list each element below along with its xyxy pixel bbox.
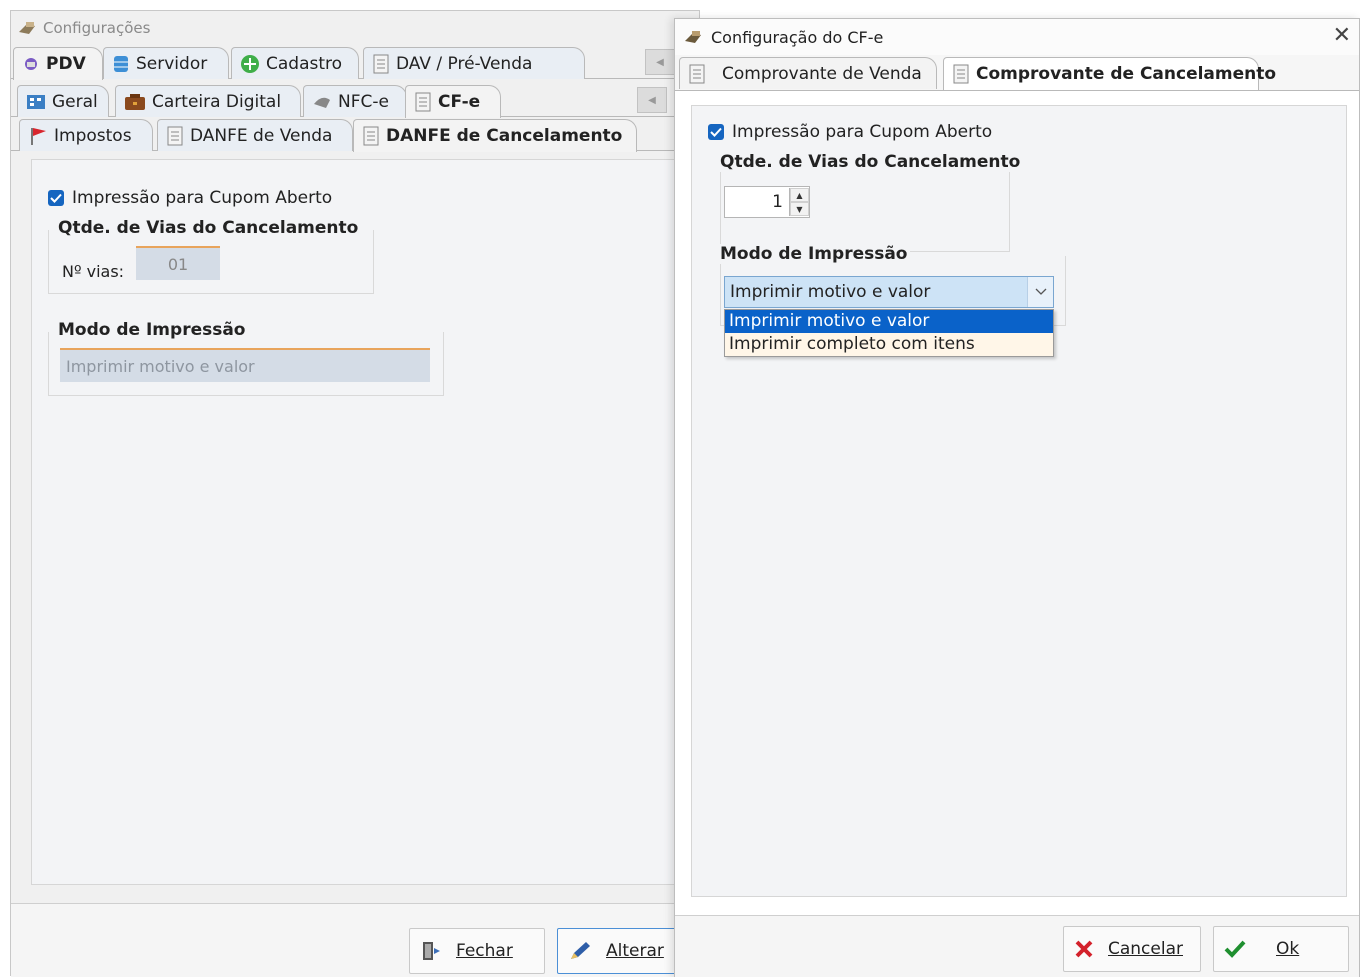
tab-danfe-venda[interactable]: DANFE de Venda [157, 119, 353, 151]
configuracoes-window: Configurações PDV Servidor Cadastro DAV … [10, 10, 701, 977]
tab-cadastro-label: Cadastro [266, 53, 343, 74]
document-icon [372, 54, 390, 74]
document-icon [362, 126, 380, 146]
document-icon [688, 64, 706, 84]
configuracao-cfe-dialog: Configuração do CF-e ✕ Comprovante de Ve… [674, 18, 1360, 977]
spin-up-button[interactable]: ▲ [790, 188, 809, 202]
tab-comprovante-cancelamento[interactable]: Comprovante de Cancelamento [943, 57, 1276, 90]
tab-pdv-label: PDV [46, 54, 86, 74]
dropdown-option[interactable]: Imprimir completo com itens [725, 333, 1053, 356]
tab-dav-label: DAV / Pré-Venda [396, 53, 533, 74]
tab-geral-label: Geral [52, 91, 98, 112]
right-content-panel: Impressão para Cupom Aberto Qtde. de Via… [691, 105, 1347, 897]
tab-impostos[interactable]: Impostos [19, 119, 153, 151]
close-icon[interactable]: ✕ [1333, 23, 1351, 48]
tab-comprovante-venda[interactable]: Comprovante de Venda [679, 57, 937, 89]
document-icon [414, 92, 432, 112]
tab-dav[interactable]: DAV / Pré-Venda [363, 47, 585, 79]
tab-servidor[interactable]: Servidor [103, 47, 229, 79]
vias-input[interactable]: 01 [136, 246, 220, 280]
ok-label: Ok [1276, 939, 1300, 959]
tab-cfe[interactable]: CF-e [405, 85, 501, 118]
tab-danfe-cancelamento-label: DANFE de Cancelamento [386, 126, 623, 146]
left-content-panel: Impressão para Cupom Aberto Qtde. de Via… [31, 159, 687, 885]
tab-nfce[interactable]: NFC-e [303, 85, 407, 117]
vias-label: Nº vias: [62, 262, 125, 281]
tab-impostos-label: Impostos [54, 125, 132, 146]
tabrow-main: PDV Servidor Cadastro DAV / Pré-Venda ◀ [11, 45, 699, 80]
checkmark-icon [708, 124, 724, 140]
pencil-icon [568, 940, 592, 962]
right-footer: Cancelar Ok [675, 915, 1359, 977]
cancelar-label: Cancelar [1108, 939, 1183, 959]
left-window-title: Configurações [43, 19, 151, 37]
modo-combobox[interactable]: Imprimir motivo e valor [724, 276, 1054, 308]
tabrow-cfe: Impostos DANFE de Venda DANFE de Cancela… [11, 117, 699, 152]
vias-spin-value: 1 [772, 192, 783, 212]
tab-comprovante-cancelamento-label: Comprovante de Cancelamento [976, 64, 1277, 84]
modo-group-title: Modo de Impressão [56, 320, 248, 340]
tab-carteira-label: Carteira Digital [152, 91, 282, 112]
vias-group-title: Qtde. de Vias do Cancelamento [56, 218, 361, 238]
app-icon [683, 29, 703, 45]
tab-pdv[interactable]: PDV [13, 47, 103, 80]
alterar-label: Alterar [606, 941, 664, 961]
tab-carteira-digital[interactable]: Carteira Digital [115, 85, 301, 117]
tab-geral[interactable]: Geral [17, 85, 109, 117]
modo-select[interactable]: Imprimir motivo e valor [60, 348, 430, 382]
x-red-icon [1074, 939, 1094, 959]
tab-scroll-left-button[interactable]: ◀ [645, 49, 675, 75]
database-icon [112, 54, 130, 74]
tab-servidor-label: Servidor [136, 53, 208, 74]
tab-nfce-label: NFC-e [338, 91, 389, 112]
cupom-aberto-label: Impressão para Cupom Aberto [72, 188, 333, 208]
document-icon [952, 64, 970, 84]
document-icon [166, 126, 184, 146]
plus-circle-icon [240, 54, 260, 74]
fechar-label: Fechar [456, 941, 513, 961]
modo-group-title-right: Modo de Impressão [718, 244, 910, 264]
right-tabrow: Comprovante de Venda Comprovante de Canc… [675, 55, 1359, 91]
cancelar-button[interactable]: Cancelar [1063, 926, 1201, 972]
tab-comprovante-venda-label: Comprovante de Venda [722, 63, 922, 84]
wallet-icon [124, 93, 146, 111]
left-titlebar: Configurações [11, 11, 699, 45]
tab-danfe-venda-label: DANFE de Venda [190, 125, 333, 146]
checkmark-green-icon [1224, 940, 1246, 958]
tab-scroll-left-button-2[interactable]: ◀ [637, 87, 667, 113]
tabrow-pdv: Geral Carteira Digital NFC-e CF-e ◀ [11, 83, 699, 118]
exit-door-icon [420, 940, 442, 962]
app-icon [17, 20, 37, 36]
spin-down-button[interactable]: ▼ [790, 202, 809, 216]
left-footer: Fechar Alterar [11, 903, 701, 977]
tab-cfe-label: CF-e [438, 92, 481, 112]
right-titlebar: Configuração do CF-e ✕ [675, 19, 1359, 55]
flag-icon [28, 126, 48, 146]
checkmark-icon [48, 190, 64, 206]
spin-arrows: ▲ ▼ [789, 188, 809, 216]
pdv-icon [22, 56, 40, 72]
modo-combobox-value: Imprimir motivo e valor [730, 282, 931, 302]
ok-button[interactable]: Ok [1213, 926, 1349, 972]
fechar-button[interactable]: Fechar [409, 928, 545, 974]
nfce-icon [312, 94, 332, 110]
vias-spin-input[interactable]: 1 ▲ ▼ [724, 186, 810, 218]
modo-dropdown-list: Imprimir motivo e valor Imprimir complet… [724, 309, 1054, 357]
right-window-title: Configuração do CF-e [711, 27, 884, 47]
vias-group-title-right: Qtde. de Vias do Cancelamento [718, 152, 1023, 172]
cupom-aberto-label-right: Impressão para Cupom Aberto [732, 122, 993, 142]
calculator-icon [26, 94, 46, 110]
chevron-down-icon[interactable] [1027, 277, 1053, 307]
dropdown-option[interactable]: Imprimir motivo e valor [725, 310, 1053, 333]
cupom-aberto-checkbox[interactable]: Impressão para Cupom Aberto [48, 188, 332, 208]
tab-danfe-cancelamento[interactable]: DANFE de Cancelamento [353, 119, 637, 152]
cupom-aberto-checkbox-right[interactable]: Impressão para Cupom Aberto [708, 122, 992, 142]
tab-cadastro[interactable]: Cadastro [231, 47, 359, 79]
